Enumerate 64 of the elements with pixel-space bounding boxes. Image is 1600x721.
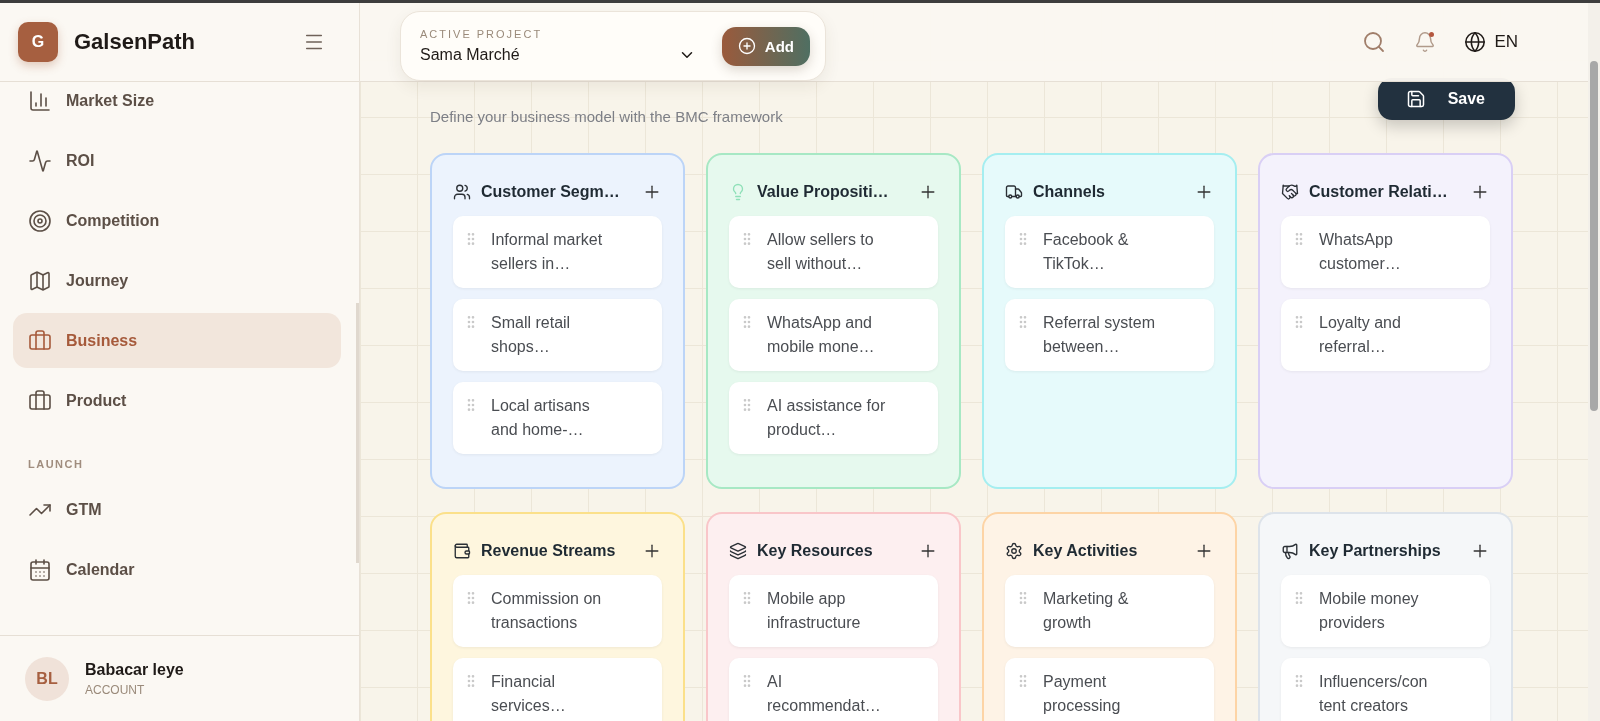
search-icon[interactable] <box>1362 30 1387 54</box>
nav-heading: LAUNCH <box>28 458 85 470</box>
avatar[interactable]: BL <box>25 656 69 701</box>
canvas-note[interactable]: AI assistance for product… <box>729 382 938 454</box>
nav-item[interactable]: GTM <box>13 482 341 537</box>
save-icon <box>1405 89 1426 109</box>
canvas-note[interactable]: Small retail shops… <box>453 299 662 371</box>
plus-circle-icon <box>737 37 756 55</box>
bell-icon[interactable] <box>1414 31 1437 53</box>
nav-item[interactable]: ROI <box>13 133 341 188</box>
canvas-note[interactable]: Loyalty and referral… <box>1281 299 1490 371</box>
nav-item[interactable]: Journey <box>13 253 341 308</box>
project-label: ACTIVE PROJECT <box>420 28 544 40</box>
language-button[interactable]: EN <box>1464 31 1518 53</box>
canvas-note[interactable]: WhatsApp and mobile mone… <box>729 299 938 371</box>
nav-item[interactable]: Market Size <box>13 73 341 128</box>
user-role: ACCOUNT <box>85 682 146 697</box>
logo: G <box>18 22 58 62</box>
target-icon <box>28 208 52 233</box>
add-button[interactable]: Add <box>721 26 810 66</box>
nav-item[interactable]: Competition <box>13 193 341 248</box>
canvas-note[interactable]: Referral system between… <box>1005 299 1214 371</box>
calendar-icon <box>28 557 52 582</box>
card-title: Value Propositi… <box>757 183 890 201</box>
canvas-note[interactable]: Mobile app infrastructure <box>729 575 938 647</box>
bar-chart-icon <box>28 88 52 113</box>
card-title: Customer Relati… <box>1309 183 1449 201</box>
canvas-note[interactable]: Allow sellers to sell without… <box>729 216 938 288</box>
truck-icon <box>1005 183 1023 201</box>
canvas-note[interactable]: Facebook & TikTok… <box>1005 216 1214 288</box>
card-title: Customer Segm… <box>481 183 621 201</box>
globe-icon <box>1464 31 1487 53</box>
layers-icon <box>729 542 747 560</box>
handshake-icon <box>1281 183 1299 201</box>
wallet-icon <box>453 542 471 560</box>
canvas-note[interactable]: Influencers/con tent creators <box>1281 658 1490 721</box>
canvas-note[interactable]: WhatsApp customer… <box>1281 216 1490 288</box>
nav-item[interactable]: Calendar <box>13 542 341 597</box>
user-name: Babacar leye <box>85 660 184 679</box>
canvas-note[interactable]: Local artisans and home-… <box>453 382 662 454</box>
nav-item[interactable]: Business <box>13 313 341 368</box>
briefcase-icon <box>28 328 52 353</box>
gear-icon <box>1005 542 1023 560</box>
users-icon <box>453 183 471 201</box>
canvas-note[interactable]: Commission on transactions <box>453 575 662 647</box>
brand-name: GalsenPath <box>74 29 197 55</box>
project-select[interactable]: Sama Marché <box>420 46 696 64</box>
canvas-note[interactable]: Marketing & growth <box>1005 575 1214 647</box>
page-subtitle: Define your business model with the BMC framework <box>430 108 783 125</box>
map-icon <box>28 268 52 293</box>
canvas-note[interactable]: Informal market sellers in… <box>453 216 662 288</box>
nav-item[interactable]: Product <box>13 373 341 428</box>
canvas-note[interactable]: Payment processing <box>1005 658 1214 721</box>
megaphone-icon <box>1281 542 1299 560</box>
pulse-icon <box>28 148 52 173</box>
briefcase-icon <box>28 388 52 413</box>
card-title: Revenue Streams <box>481 542 617 560</box>
card-title: Channels <box>1033 183 1106 201</box>
canvas-note[interactable]: Mobile money providers <box>1281 575 1490 647</box>
canvas-note[interactable]: Financial services… <box>453 658 662 721</box>
card-title: Key Activities <box>1033 542 1139 560</box>
card-title: Key Resources <box>757 542 874 560</box>
canvas-note[interactable]: AI recommendat… <box>729 658 938 721</box>
card-title: Key Partnerships <box>1309 542 1442 560</box>
